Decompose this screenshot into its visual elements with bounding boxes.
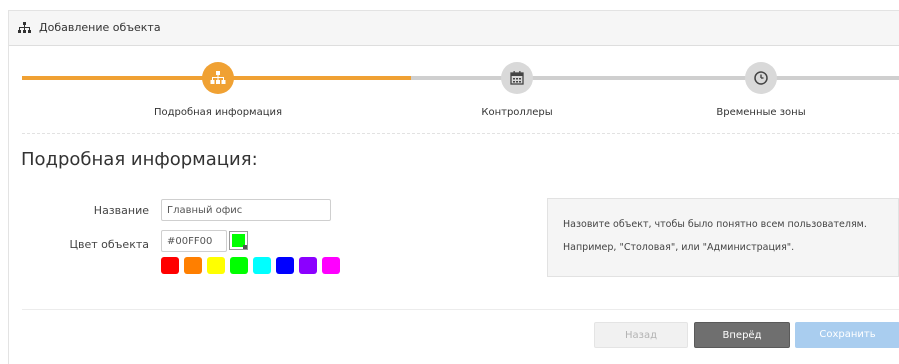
progress-track-remaining bbox=[411, 76, 899, 80]
color-picker-button[interactable] bbox=[229, 231, 248, 250]
color-label: Цвет объекта bbox=[69, 238, 149, 251]
swatch-violet[interactable] bbox=[299, 257, 317, 274]
sitemap-icon bbox=[18, 22, 31, 33]
save-button[interactable]: Сохранить bbox=[795, 322, 899, 348]
swatch-cyan[interactable] bbox=[253, 257, 271, 274]
swatch-yellow[interactable] bbox=[207, 257, 225, 274]
swatch-green[interactable] bbox=[230, 257, 248, 274]
add-object-panel: Добавление объекта Подробная информация … bbox=[8, 10, 899, 364]
help-text-1: Назовите объект, чтобы было понятно всем… bbox=[563, 219, 867, 230]
step-2-label[interactable]: Контроллеры bbox=[417, 107, 617, 118]
sitemap-icon bbox=[210, 71, 226, 84]
next-button[interactable]: Вперёд bbox=[694, 322, 790, 348]
color-hex-input[interactable] bbox=[161, 230, 227, 252]
panel-header: Добавление объекта bbox=[9, 11, 899, 46]
divider bbox=[22, 133, 899, 134]
clock-icon bbox=[754, 71, 768, 85]
name-input[interactable] bbox=[161, 199, 331, 221]
section-title: Подробная информация: bbox=[21, 149, 258, 170]
step-3-circle[interactable] bbox=[745, 62, 777, 94]
footer-divider bbox=[22, 309, 899, 310]
step-1-circle[interactable] bbox=[202, 62, 234, 94]
step-2-circle[interactable] bbox=[501, 62, 533, 94]
swatch-orange[interactable] bbox=[184, 257, 202, 274]
help-box: Назовите объект, чтобы было понятно всем… bbox=[547, 198, 899, 277]
swatch-magenta[interactable] bbox=[322, 257, 340, 274]
back-button[interactable]: Назад bbox=[594, 322, 688, 348]
panel-title: Добавление объекта bbox=[39, 21, 161, 34]
swatch-blue[interactable] bbox=[276, 257, 294, 274]
help-text-2: Например, "Столовая", или "Администрация… bbox=[563, 242, 795, 253]
name-label: Название bbox=[93, 204, 149, 217]
swatch-red[interactable] bbox=[161, 257, 179, 274]
calendar-icon bbox=[510, 71, 524, 85]
step-3-label[interactable]: Временные зоны bbox=[661, 107, 861, 118]
step-1-label[interactable]: Подробная информация bbox=[118, 107, 318, 118]
